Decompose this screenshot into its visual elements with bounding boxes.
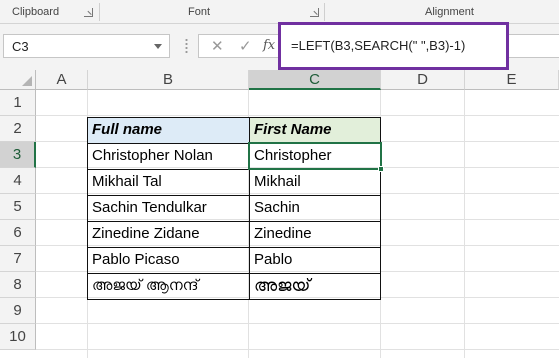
row-header-5[interactable]: 5 bbox=[0, 194, 36, 220]
row-header-9[interactable]: 9 bbox=[0, 298, 36, 324]
cell-c3[interactable]: Christopher bbox=[250, 143, 380, 169]
formula-text: =LEFT(B3,SEARCH(" ",B3)-1) bbox=[291, 38, 466, 53]
cell-b8[interactable]: അജയ് ആനന്ദ് bbox=[88, 273, 248, 299]
row-header-6[interactable]: 6 bbox=[0, 220, 36, 246]
cancel-icon[interactable]: ✕ bbox=[211, 37, 224, 55]
ribbon-group-labels: Clipboard Font Alignment bbox=[0, 0, 559, 24]
ribbon-group-alignment: Alignment bbox=[425, 6, 474, 18]
insert-function-icon[interactable]: fx bbox=[263, 38, 275, 53]
table-rule bbox=[88, 195, 380, 196]
ribbon-divider bbox=[324, 3, 325, 21]
cell-b5[interactable]: Sachin Tendulkar bbox=[88, 195, 248, 221]
column-header-b[interactable]: B bbox=[88, 70, 249, 90]
cell-b6[interactable]: Zinedine Zidane bbox=[88, 221, 248, 247]
gridline bbox=[464, 90, 465, 358]
table-rule bbox=[88, 169, 380, 170]
cell-c7[interactable]: Pablo bbox=[250, 247, 380, 273]
column-header-d[interactable]: D bbox=[381, 70, 465, 90]
gridline bbox=[36, 349, 559, 350]
formula-buttons: ✕ ✓ fx bbox=[198, 34, 280, 58]
table-rule bbox=[88, 273, 380, 274]
row-header-3[interactable]: 3 bbox=[0, 142, 36, 168]
name-box-value: C3 bbox=[12, 39, 29, 54]
select-all-button[interactable] bbox=[0, 70, 36, 90]
font-dialog-launcher-icon[interactable] bbox=[310, 8, 319, 17]
ribbon-group-clipboard: Clipboard bbox=[12, 6, 60, 18]
cell-b3[interactable]: Christopher Nolan bbox=[88, 143, 248, 169]
gridline bbox=[36, 323, 559, 324]
cell-b4[interactable]: Mikhail Tal bbox=[88, 169, 248, 195]
row-header-10[interactable]: 10 bbox=[0, 324, 36, 350]
enter-icon[interactable]: ✓ bbox=[239, 37, 252, 55]
row-header-2[interactable]: 2 bbox=[0, 116, 36, 142]
row-header-4[interactable]: 4 bbox=[0, 168, 36, 194]
formula-highlight-box[interactable]: =LEFT(B3,SEARCH(" ",B3)-1) bbox=[278, 22, 509, 70]
row-header-8[interactable]: 8 bbox=[0, 272, 36, 298]
resize-grip-icon[interactable] bbox=[185, 38, 188, 54]
column-header-e[interactable]: E bbox=[465, 70, 559, 90]
gridline bbox=[36, 115, 559, 116]
row-header-1[interactable]: 1 bbox=[0, 90, 36, 116]
chevron-down-icon[interactable] bbox=[154, 44, 162, 49]
row-header-7[interactable]: 7 bbox=[0, 246, 36, 272]
table-rule bbox=[88, 247, 380, 248]
cell-b2-header[interactable]: Full name bbox=[88, 117, 249, 143]
table-rule bbox=[249, 118, 250, 299]
cell-b7[interactable]: Pablo Picaso bbox=[88, 247, 248, 273]
column-header-a[interactable]: A bbox=[36, 70, 88, 90]
cell-c4[interactable]: Mikhail bbox=[250, 169, 380, 195]
column-header-c[interactable]: C bbox=[249, 70, 381, 90]
cell-c6[interactable]: Zinedine bbox=[250, 221, 380, 247]
fill-handle[interactable] bbox=[378, 166, 384, 172]
table-rule bbox=[88, 143, 380, 144]
clipboard-dialog-launcher-icon[interactable] bbox=[84, 8, 93, 17]
table-rule bbox=[88, 221, 380, 222]
ribbon-divider bbox=[99, 3, 100, 21]
ribbon-group-font: Font bbox=[188, 6, 211, 18]
name-box[interactable]: C3 bbox=[3, 34, 170, 58]
cell-c8[interactable]: അജയ് bbox=[250, 273, 380, 299]
gridline bbox=[380, 90, 381, 358]
cell-c5[interactable]: Sachin bbox=[250, 195, 380, 221]
cell-c2-header[interactable]: First Name bbox=[250, 117, 380, 143]
